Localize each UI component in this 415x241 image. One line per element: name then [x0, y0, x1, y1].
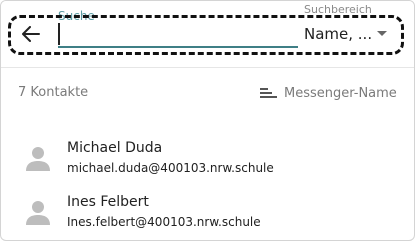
- contact-name: Michael Duda: [67, 140, 163, 156]
- sort-label: Messenger-Name: [284, 85, 397, 101]
- contact-email: michael.duda@400103.nrw.schule: [67, 161, 274, 175]
- contact-search-panel: Suche Suchbereich Name, ... 7 Kontakte M…: [0, 0, 415, 241]
- contact-email: Ines.felbert@400103.nrw.schule: [67, 215, 261, 229]
- contact-name: Ines Felbert: [67, 194, 149, 210]
- contact-item[interactable]: Ines Felbert Ines.felbert@400103.nrw.sch…: [1, 187, 414, 237]
- search-header: Suche Suchbereich Name, ...: [1, 1, 414, 68]
- list-toolbar: 7 Kontakte Messenger-Name: [1, 68, 414, 116]
- person-icon: [26, 147, 50, 171]
- contact-item[interactable]: Michael Duda michael.duda@400103.nrw.sch…: [1, 133, 414, 183]
- focus-outline: [8, 15, 404, 55]
- sort-button[interactable]: Messenger-Name: [259, 83, 397, 103]
- person-icon: [26, 201, 50, 225]
- contact-count: 7 Kontakte: [18, 85, 89, 100]
- sort-lines-icon: [260, 88, 277, 98]
